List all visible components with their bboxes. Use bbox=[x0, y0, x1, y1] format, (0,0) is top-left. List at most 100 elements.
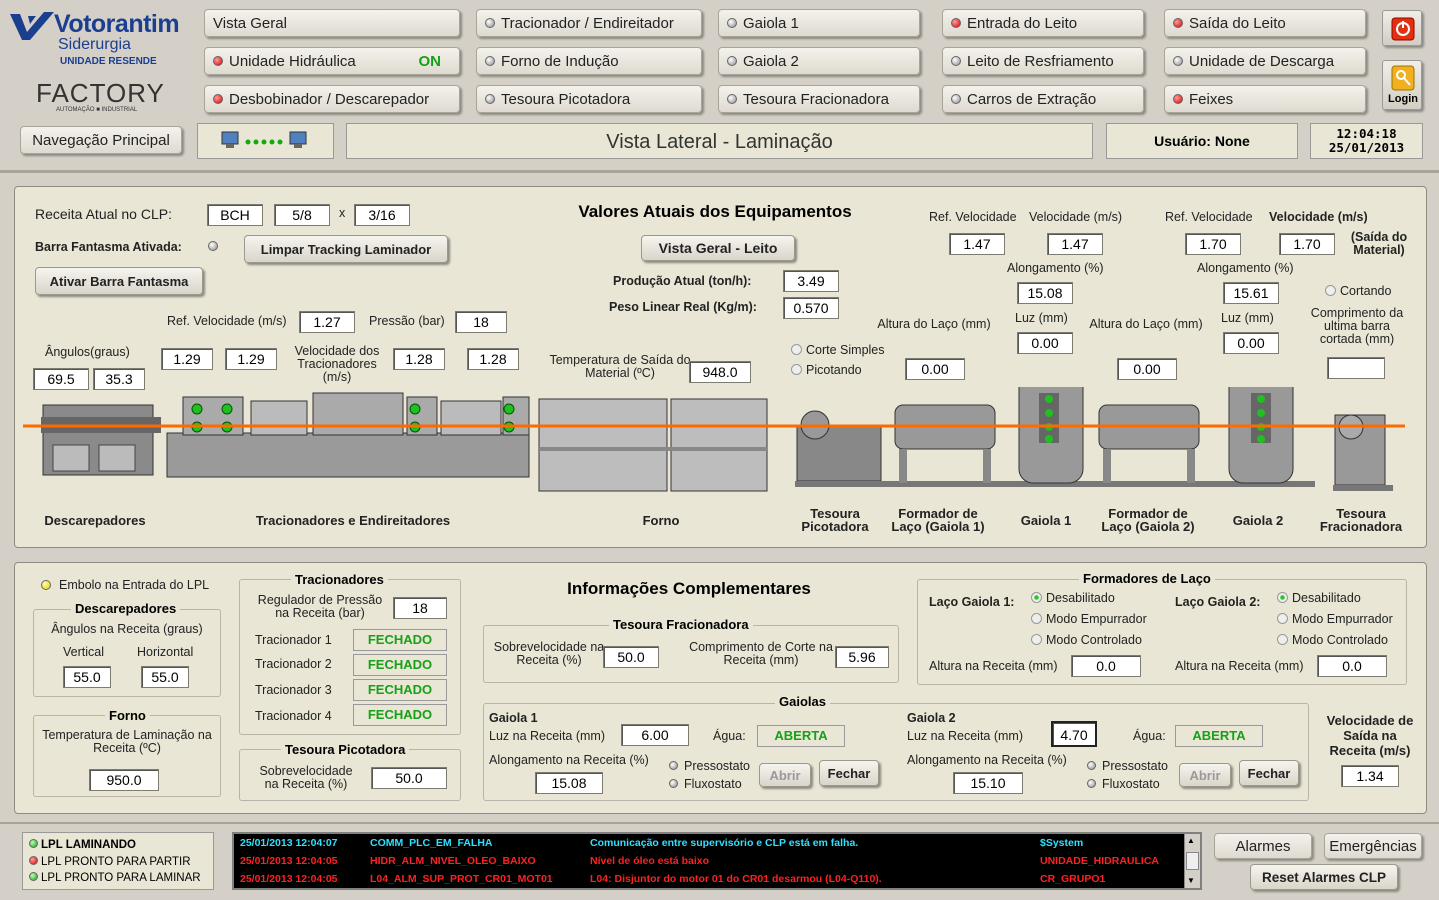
forno-title: Forno bbox=[105, 708, 150, 723]
nav-tesoura-picotadora[interactable]: Tesoura Picotadora bbox=[476, 85, 702, 113]
g2-fechar-button[interactable]: Fechar bbox=[1239, 760, 1299, 786]
fluxostato-label: Fluxostato bbox=[1102, 777, 1160, 791]
nav-saida-leito[interactable]: Saída do Leito bbox=[1164, 9, 1366, 37]
status-led-icon bbox=[29, 839, 38, 848]
vertical-value: 55.0 bbox=[63, 666, 111, 688]
laco2-controlado-radio[interactable] bbox=[1277, 634, 1288, 645]
vel-2: 1.29 bbox=[225, 348, 277, 370]
alarm-list[interactable]: 25/01/2013 12:04:07 COMM_PLC_EM_FALHA Comu… bbox=[232, 832, 1202, 890]
scroll-down-icon[interactable]: ▼ bbox=[1187, 876, 1195, 885]
temp-value: 948.0 bbox=[689, 361, 751, 383]
nav-label: Saída do Leito bbox=[1189, 14, 1286, 32]
forno-machine-icon bbox=[538, 398, 768, 492]
g2-abrir-button[interactable]: Abrir bbox=[1179, 763, 1231, 787]
screen-title: Vista Lateral - Laminação bbox=[346, 123, 1093, 159]
nav-label: Tracionador / Endireitador bbox=[501, 14, 674, 32]
g1-along-value: 15.08 bbox=[1017, 282, 1073, 304]
mode-label: Modo Empurrador bbox=[1292, 612, 1393, 626]
laco2-empurrador-radio[interactable] bbox=[1277, 613, 1288, 624]
embolo-label: Embolo na Entrada do LPL bbox=[59, 578, 210, 592]
cortando-radio[interactable] bbox=[1325, 285, 1336, 296]
divider bbox=[0, 822, 1439, 824]
equipment-title: Valores Atuais dos Equipamentos bbox=[578, 202, 852, 221]
nav-forno[interactable]: Forno de Indução bbox=[476, 47, 702, 75]
fluxostato-label: Fluxostato bbox=[684, 777, 742, 791]
status-led-icon bbox=[727, 56, 737, 66]
formador-laco-1-icon bbox=[894, 404, 996, 483]
picotando-radio[interactable] bbox=[791, 364, 802, 375]
machine-label: Tesoura Picotadora bbox=[801, 506, 869, 534]
status-led-icon bbox=[951, 94, 961, 104]
reset-alarmes-button[interactable]: Reset Alarmes CLP bbox=[1250, 864, 1398, 890]
nav-label: Vista Geral bbox=[213, 14, 287, 32]
g2-along-label: Alongamento (%) bbox=[1197, 261, 1294, 275]
ativar-barra-button[interactable]: Ativar Barra Fantasma bbox=[35, 267, 203, 295]
limpar-tracking-button[interactable]: Limpar Tracking Laminador bbox=[244, 235, 448, 263]
clock-time: 12:04:18 bbox=[1336, 126, 1397, 141]
nav-carros-extracao[interactable]: Carros de Extração bbox=[942, 85, 1144, 113]
g2-luz-value: 0.00 bbox=[1223, 332, 1279, 354]
corte-simples-radio[interactable] bbox=[791, 344, 802, 355]
gaiola-2-icon bbox=[1228, 387, 1294, 484]
status-led-icon bbox=[1173, 18, 1183, 28]
nav-unidade-hidraulica[interactable]: Unidade Hidráulica ON bbox=[204, 47, 460, 75]
network-icon bbox=[221, 131, 307, 148]
reg-label: Regulador de Pressão na Receita (bar) bbox=[257, 593, 383, 620]
g1-abrir-button[interactable]: Abrir bbox=[759, 763, 811, 787]
nav-tracionador[interactable]: Tracionador / Endireitador bbox=[476, 9, 702, 37]
nav-vista-geral[interactable]: Vista Geral bbox=[204, 9, 460, 37]
factory-logo: FACTORY bbox=[36, 78, 165, 108]
fluxostato-led-icon bbox=[669, 779, 678, 788]
mode-label: Desabilitado bbox=[1292, 591, 1361, 605]
laco2-desab-radio[interactable] bbox=[1277, 592, 1288, 603]
g1-along-label: Alongamento na Receita (%) bbox=[489, 753, 649, 767]
laco1-value: 0.00 bbox=[905, 358, 965, 380]
scroll-thumb[interactable] bbox=[1186, 852, 1199, 870]
trac-1-label: Tracionador 1 bbox=[255, 633, 332, 647]
alarm-scrollbar[interactable]: ▲ ▼ bbox=[1184, 834, 1200, 888]
nav-entrada-leito[interactable]: Entrada do Leito bbox=[942, 9, 1144, 37]
status-led-icon bbox=[951, 56, 961, 66]
nav-desbobinador[interactable]: Desbobinador / Descarepador bbox=[204, 85, 460, 113]
machine-label: Gaiola 1 bbox=[1020, 513, 1072, 528]
pressostato-label: Pressostato bbox=[684, 759, 751, 773]
desc-title: Descarepadores bbox=[71, 601, 181, 616]
alarm-cell: HIDR_ALM_NIVEL_OLEO_BAIXO bbox=[370, 855, 536, 867]
machine-label: Tracionadores e Endireitadores bbox=[255, 513, 451, 528]
nav-gaiola-1[interactable]: Gaiola 1 bbox=[718, 9, 920, 37]
emergencias-button[interactable]: Emergências bbox=[1324, 833, 1422, 859]
alarmes-button[interactable]: Alarmes bbox=[1214, 833, 1312, 859]
scroll-up-icon[interactable]: ▲ bbox=[1187, 836, 1195, 845]
nav-unidade-descarga[interactable]: Unidade de Descarga bbox=[1164, 47, 1366, 75]
alarm-cell: Nível de óleo está baixo bbox=[590, 855, 710, 867]
laco1-empurrador-radio[interactable] bbox=[1031, 613, 1042, 624]
status-led-icon bbox=[1173, 94, 1183, 104]
login-button[interactable]: Login bbox=[1382, 60, 1422, 110]
main-nav-button[interactable]: Navegação Principal bbox=[20, 126, 182, 154]
nav-gaiola-2[interactable]: Gaiola 2 bbox=[718, 47, 920, 75]
g2-along-label: Alongamento na Receita (%) bbox=[907, 753, 1067, 767]
frac-comp-value: 5.96 bbox=[835, 646, 889, 668]
descarepadores-machine-icon bbox=[41, 404, 161, 476]
nav-feixes[interactable]: Feixes bbox=[1164, 85, 1366, 113]
vista-geral-leito-button[interactable]: Vista Geral - Leito bbox=[641, 235, 795, 261]
desc-sub: Ângulos na Receita (graus) bbox=[51, 622, 203, 636]
laco1-controlado-radio[interactable] bbox=[1031, 634, 1042, 645]
g2-agua-status: ABERTA bbox=[1175, 725, 1263, 747]
alarm-cell: 25/01/2013 12:04:07 bbox=[240, 837, 338, 849]
power-button[interactable] bbox=[1382, 10, 1422, 46]
brand-unit: UNIDADE RESENDE bbox=[60, 56, 157, 67]
nav-label: Tesoura Fracionadora bbox=[743, 90, 889, 108]
g1-fechar-button[interactable]: Fechar bbox=[819, 760, 879, 786]
alt2-label: Altura na Receita (mm) bbox=[1175, 659, 1304, 673]
reg-value: 18 bbox=[393, 597, 447, 619]
frac-comp-label: Comprimento de Corte na Receita (mm) bbox=[689, 640, 833, 667]
nav-leito-resfriamento[interactable]: Leito de Resfriamento bbox=[942, 47, 1144, 75]
laco1-desab-radio[interactable] bbox=[1031, 592, 1042, 603]
g2-luz-value[interactable]: 4.70 bbox=[1051, 721, 1097, 747]
status-led-icon bbox=[485, 94, 495, 104]
status-led-icon bbox=[485, 56, 495, 66]
saida-label: (Saída do Material) bbox=[1350, 230, 1408, 257]
nav-tesoura-fracionadora[interactable]: Tesoura Fracionadora bbox=[718, 85, 920, 113]
forno-label: Temperatura de Laminação na Receita (ºC) bbox=[42, 728, 212, 755]
